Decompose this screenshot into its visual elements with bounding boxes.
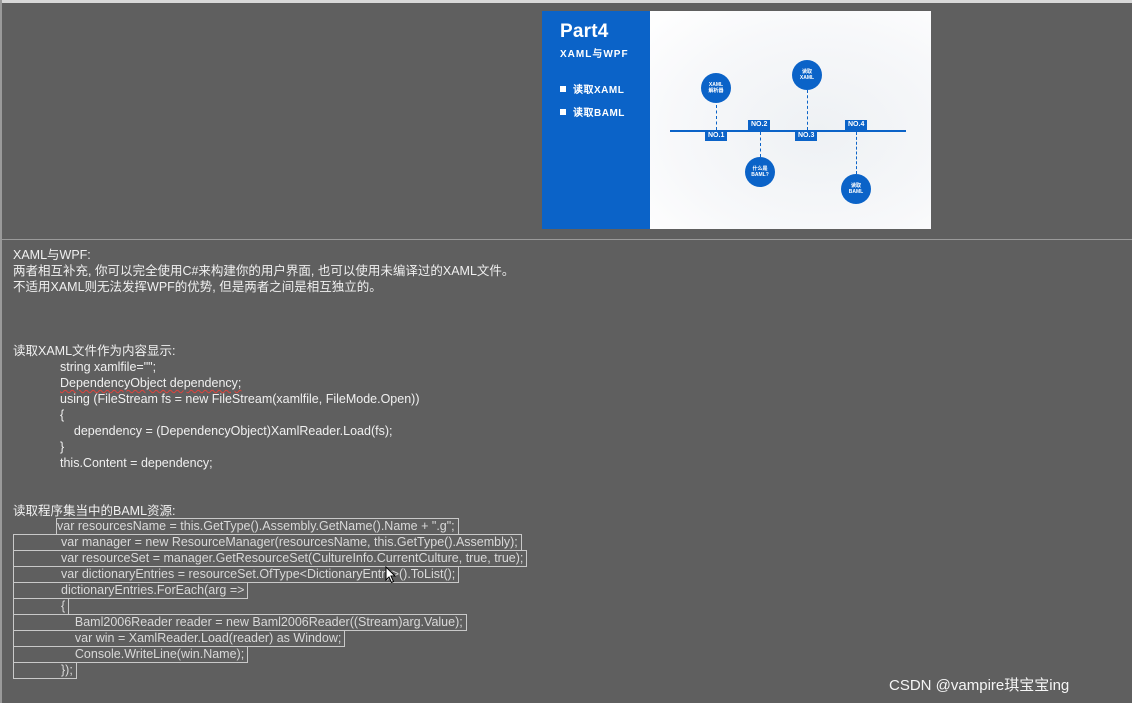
- mouse-pointer-icon: [385, 566, 397, 584]
- slide-bullet: 读取XAML: [560, 81, 624, 96]
- notes-line: 不适用XAML则无法发挥WPF的优势, 但是两者之间是相互独立的。: [13, 280, 382, 294]
- selected-code-line[interactable]: var resourceSet = manager.GetResourceSet…: [13, 550, 528, 567]
- slide-bullet-label: 读取XAML: [573, 85, 625, 96]
- slide-subtitle: XAML与WPF: [560, 49, 629, 60]
- slide-bullet: 读取BAML: [560, 104, 625, 119]
- timeline-label: NO.4: [845, 120, 868, 130]
- timeline-circle: 读取 XAML: [792, 60, 822, 90]
- code-line: DependencyObject dependency;: [60, 376, 242, 390]
- slide-part-title: Part4: [560, 21, 609, 42]
- code-line: using (FileStream fs = new FileStream(xa…: [60, 392, 420, 406]
- timeline-stem: [760, 132, 761, 157]
- timeline-label: NO.2: [748, 120, 771, 130]
- code-line: dependency = (DependencyObject)XamlReade…: [60, 424, 393, 438]
- square-bullet-icon: [560, 109, 566, 115]
- left-border: [0, 0, 2, 703]
- selected-code-line[interactable]: var win = XamlReader.Load(reader) as Win…: [13, 630, 346, 647]
- code-line: string xamlfile="";: [60, 360, 157, 374]
- section-title-read-xaml: 读取XAML文件作为内容显示:: [13, 344, 176, 358]
- selected-code-line[interactable]: Baml2006Reader reader = new Baml2006Read…: [13, 614, 467, 631]
- timeline-label: NO.3: [795, 131, 818, 141]
- selected-code-line[interactable]: {: [13, 598, 70, 615]
- timeline-stem: [807, 90, 808, 130]
- selected-code-line[interactable]: var resourcesName = this.GetType().Assem…: [56, 518, 459, 535]
- code-line: }: [60, 440, 65, 454]
- timeline-stem: [716, 105, 717, 130]
- slide-timeline-area: XAML 解析器 NO.1 NO.2 什么是 BAML? 读取 XAML NO.…: [650, 11, 931, 229]
- top-border: [0, 0, 1132, 3]
- timeline-circle: 什么是 BAML?: [745, 157, 775, 187]
- section-title-read-baml: 读取程序集当中的BAML资源:: [13, 504, 176, 518]
- slide-thumbnail[interactable]: Part4 XAML与WPF 读取XAML 读取BAML XAML 解析器 NO…: [542, 11, 931, 229]
- code-line: {: [60, 408, 65, 422]
- notes-divider: [0, 239, 1132, 240]
- selected-code-line[interactable]: dictionaryEntries.ForEach(arg =>: [13, 582, 249, 599]
- square-bullet-icon: [560, 86, 566, 92]
- selected-code-line[interactable]: var manager = new ResourceManager(resour…: [13, 534, 522, 551]
- slide-bullet-label: 读取BAML: [573, 108, 625, 119]
- selected-code-line[interactable]: Console.WriteLine(win.Name);: [13, 646, 249, 663]
- notes-line: 两者相互补充, 你可以完全使用C#来构建你的用户界面, 也可以使用未编译过的XA…: [13, 264, 515, 278]
- timeline-stem: [856, 132, 857, 174]
- watermark: CSDN @vampire琪宝宝ing: [889, 677, 1070, 694]
- notes-heading: XAML与WPF:: [13, 248, 91, 262]
- timeline-label: NO.1: [705, 131, 728, 141]
- timeline-circle: XAML 解析器: [701, 73, 731, 103]
- timeline-circle: 读取 BAML: [841, 174, 871, 204]
- slide-sidebar: Part4 XAML与WPF 读取XAML 读取BAML: [542, 11, 650, 229]
- selected-code-line[interactable]: });: [13, 662, 77, 679]
- code-line: this.Content = dependency;: [60, 456, 213, 470]
